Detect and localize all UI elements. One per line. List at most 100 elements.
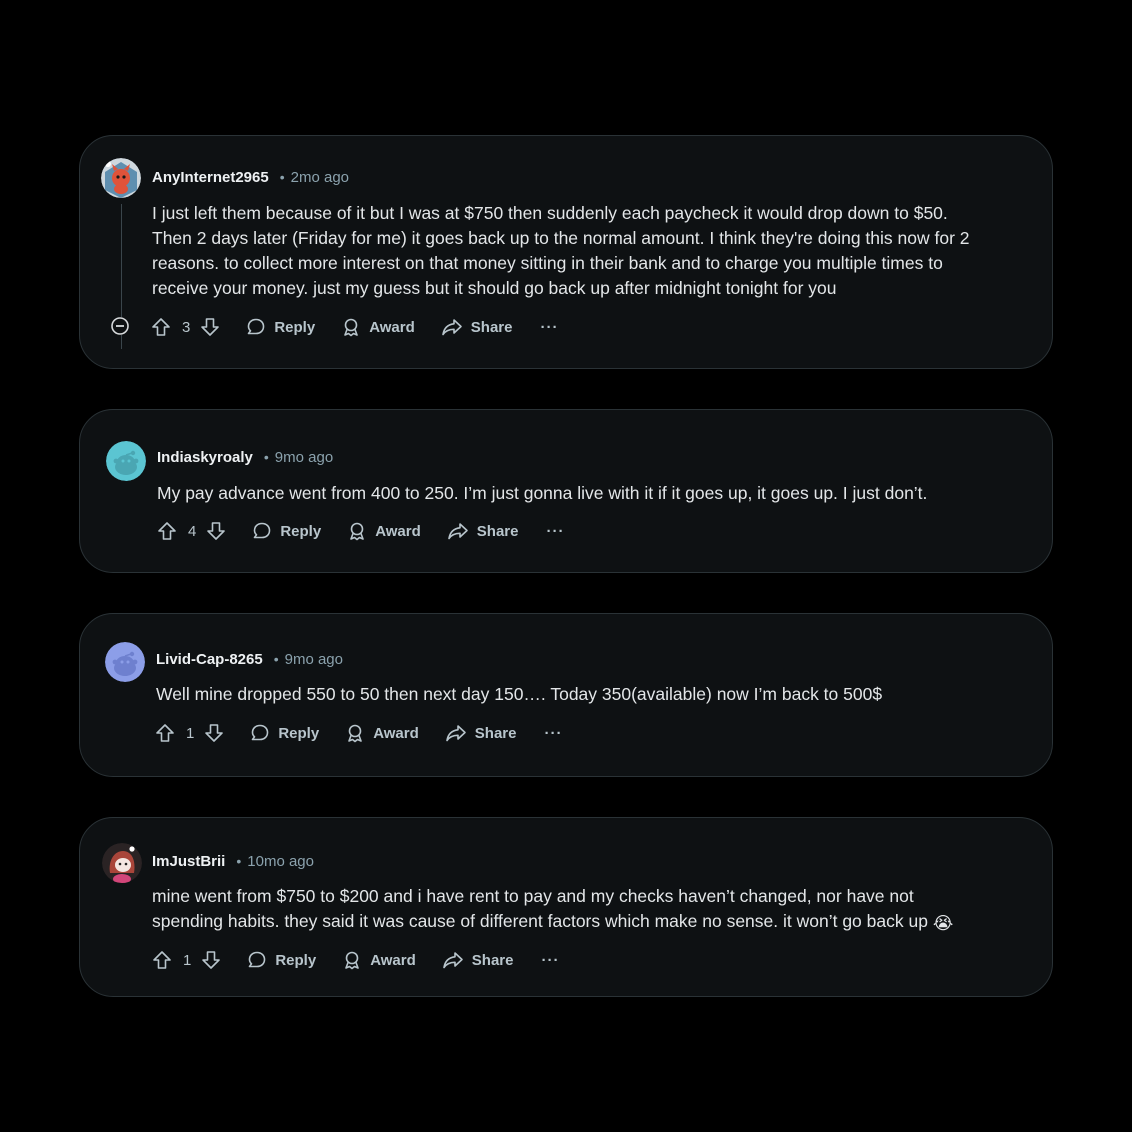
timestamp[interactable]: 10mo ago bbox=[247, 853, 314, 870]
downvote-icon[interactable] bbox=[201, 950, 221, 970]
comment-card: AnyInternet2965 • 2mo ago I just left th… bbox=[79, 135, 1053, 369]
author-name[interactable]: Indiaskyroaly bbox=[157, 449, 253, 466]
timestamp[interactable]: 2mo ago bbox=[291, 169, 349, 186]
award-icon bbox=[345, 951, 360, 970]
reply-button[interactable]: Reply bbox=[252, 521, 321, 541]
share-icon bbox=[442, 952, 463, 969]
reply-button[interactable]: Reply bbox=[247, 950, 316, 970]
timestamp[interactable]: 9mo ago bbox=[275, 449, 333, 466]
collapse-thread-icon[interactable] bbox=[111, 317, 129, 335]
comment-card: ImJustBrii • 10mo ago mine went from $75… bbox=[79, 817, 1053, 997]
award-button[interactable]: Award bbox=[341, 317, 415, 337]
author-name[interactable]: Livid-Cap-8265 bbox=[156, 651, 263, 668]
downvote-icon[interactable] bbox=[204, 723, 224, 743]
comment-body: mine went from $750 to $200 and i have r… bbox=[152, 884, 1022, 936]
more-options-button[interactable]: ··· bbox=[546, 523, 564, 540]
comment-bubble-icon bbox=[248, 318, 265, 335]
comment-bubble-icon bbox=[254, 522, 271, 539]
share-label: Share bbox=[476, 522, 519, 540]
reply-label: Reply bbox=[280, 522, 322, 540]
comment-line: Then 2 days later (Friday for me) it goe… bbox=[152, 228, 970, 248]
more-options-button[interactable]: ··· bbox=[541, 952, 559, 969]
award-label: Award bbox=[370, 951, 416, 969]
share-icon bbox=[445, 725, 466, 742]
comment-meta: Livid-Cap-8265 • 9mo ago bbox=[156, 651, 343, 668]
award-button[interactable]: Award bbox=[345, 723, 419, 743]
more-options-button[interactable]: ··· bbox=[540, 319, 558, 336]
timestamp[interactable]: 9mo ago bbox=[285, 651, 343, 668]
meta-separator: • bbox=[273, 651, 279, 667]
comment-meta: AnyInternet2965 • 2mo ago bbox=[152, 169, 349, 186]
reply-label: Reply bbox=[275, 951, 317, 969]
vote-group: 3 bbox=[151, 317, 220, 337]
downvote-icon[interactable] bbox=[206, 521, 226, 541]
award-label: Award bbox=[373, 724, 419, 742]
author-name[interactable]: ImJustBrii bbox=[152, 853, 225, 870]
snoo-red-hair-avatar-icon bbox=[102, 843, 142, 883]
default-snoo-periwinkle-avatar-icon bbox=[105, 642, 145, 682]
meta-separator: • bbox=[263, 449, 269, 465]
avatar[interactable] bbox=[105, 642, 145, 682]
award-button[interactable]: Award bbox=[342, 950, 416, 970]
snoo-fox-avatar-icon bbox=[101, 158, 141, 198]
vote-count: 1 bbox=[186, 724, 195, 742]
share-button[interactable]: Share bbox=[442, 950, 514, 970]
comment-actions: 3 Reply Award Share ··· bbox=[151, 313, 558, 341]
share-icon bbox=[441, 319, 462, 336]
more-options-button[interactable]: ··· bbox=[544, 725, 562, 742]
reply-button[interactable]: Reply bbox=[250, 723, 319, 743]
award-icon bbox=[348, 724, 363, 743]
comment-bubble-icon bbox=[252, 724, 269, 741]
vote-group: 1 bbox=[155, 723, 224, 743]
comment-line: spending habits. they said it was cause … bbox=[152, 911, 928, 931]
reply-label: Reply bbox=[278, 724, 320, 742]
comment-line: I just left them because of it but I was… bbox=[152, 203, 948, 223]
downvote-icon[interactable] bbox=[200, 317, 220, 337]
share-label: Share bbox=[474, 724, 517, 742]
reply-label: Reply bbox=[274, 318, 316, 336]
share-label: Share bbox=[471, 951, 514, 969]
vote-group: 4 bbox=[157, 521, 226, 541]
comment-body: My pay advance went from 400 to 250. I’m… bbox=[157, 481, 1027, 506]
share-button[interactable]: Share bbox=[445, 723, 517, 743]
award-icon bbox=[350, 522, 365, 541]
upvote-icon[interactable] bbox=[157, 521, 177, 541]
loudly-crying-emoji: 😭 bbox=[932, 913, 954, 933]
share-label: Share bbox=[470, 318, 513, 336]
avatar[interactable] bbox=[106, 441, 146, 481]
vote-group: 1 bbox=[152, 950, 221, 970]
comment-bubble-icon bbox=[249, 951, 266, 968]
comment-actions: 4 Reply Award Share ··· bbox=[157, 517, 564, 545]
comment-actions: 1 Reply Award Share ··· bbox=[152, 946, 559, 974]
vote-count: 3 bbox=[182, 318, 191, 336]
comment-meta: ImJustBrii • 10mo ago bbox=[152, 853, 314, 870]
comment-line: Well mine dropped 550 to 50 then next da… bbox=[156, 684, 883, 704]
share-button[interactable]: Share bbox=[441, 317, 513, 337]
upvote-icon[interactable] bbox=[152, 950, 172, 970]
default-snoo-teal-avatar-icon bbox=[106, 441, 146, 481]
comment-card: Livid-Cap-8265 • 9mo ago Well mine dropp… bbox=[79, 613, 1053, 777]
avatar[interactable] bbox=[102, 843, 142, 883]
comment-line: mine went from $750 to $200 and i have r… bbox=[152, 886, 914, 906]
comment-actions: 1 Reply Award Share ··· bbox=[155, 719, 562, 747]
author-name[interactable]: AnyInternet2965 bbox=[152, 169, 269, 186]
upvote-icon[interactable] bbox=[155, 723, 175, 743]
comment-body: I just left them because of it but I was… bbox=[152, 201, 1022, 301]
comment-card: Indiaskyroaly • 9mo ago My pay advance w… bbox=[79, 409, 1053, 573]
upvote-icon[interactable] bbox=[151, 317, 171, 337]
comment-line: reasons. to collect more interest on tha… bbox=[152, 253, 943, 273]
avatar[interactable] bbox=[101, 158, 141, 198]
meta-separator: • bbox=[236, 853, 242, 869]
comment-line: receive your money. just my guess but it… bbox=[152, 278, 837, 298]
award-label: Award bbox=[369, 318, 415, 336]
comment-line: My pay advance went from 400 to 250. I’m… bbox=[157, 483, 928, 503]
award-icon bbox=[344, 318, 359, 337]
award-label: Award bbox=[375, 522, 421, 540]
comment-line-wrapper: spending habits. they said it was cause … bbox=[152, 909, 1022, 936]
share-button[interactable]: Share bbox=[447, 521, 519, 541]
vote-count: 4 bbox=[188, 522, 197, 540]
share-icon bbox=[447, 523, 468, 540]
comment-body: Well mine dropped 550 to 50 then next da… bbox=[156, 682, 1026, 707]
award-button[interactable]: Award bbox=[347, 521, 421, 541]
reply-button[interactable]: Reply bbox=[246, 317, 315, 337]
